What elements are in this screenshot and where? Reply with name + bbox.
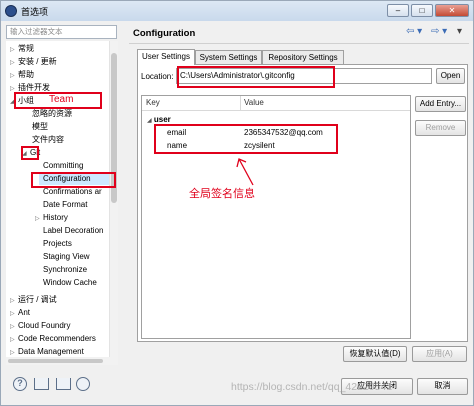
help-icon[interactable]: ? (13, 377, 27, 391)
page-title: Configuration (133, 28, 196, 39)
tree-item-synchronize[interactable]: Synchronize (43, 263, 87, 276)
apply-button[interactable]: 应用(A) (412, 346, 467, 362)
export-icon[interactable] (56, 378, 71, 390)
tab-system-settings[interactable]: System Settings (195, 50, 262, 65)
expand-arrow-icon[interactable]: ▷ (35, 213, 43, 226)
add-entry-button[interactable]: Add Entry... (415, 96, 466, 112)
tab-user-settings[interactable]: User Settings (137, 49, 195, 65)
view-menu-icon[interactable]: ▾ (457, 26, 462, 37)
preferences-window: 首选项 – □ ✕ 输入过滤器文本 ▷ 常规 ▷ 安装 / 更新 ▷ 帮助 ▷ 插件开发… (0, 0, 474, 406)
tree-item-data-management[interactable]: ▷ Data Management (10, 345, 84, 357)
preferences-tree: ▷ 常规 ▷ 安装 / 更新 ▷ 帮助 ▷ 插件开发 ◢ 小组 忽略的资源 模型 文件内容… (6, 41, 110, 357)
tree-item-file-content[interactable]: 文件内容 (32, 133, 64, 146)
close-button[interactable]: ✕ (435, 4, 469, 17)
import-icon[interactable] (34, 378, 49, 390)
header-divider (142, 110, 410, 111)
tab-repository-settings[interactable]: Repository Settings (262, 50, 344, 65)
tree-item-staging-view[interactable]: Staging View (43, 250, 90, 263)
location-label: Location: (141, 72, 174, 81)
remove-button[interactable]: Remove (415, 120, 466, 136)
tree-item-models[interactable]: 模型 (32, 120, 48, 133)
cancel-button[interactable]: 取消 (417, 378, 468, 395)
tree-item-general[interactable]: ▷ 常规 (10, 42, 34, 55)
tree-item-projects[interactable]: Projects (43, 237, 72, 250)
restore-defaults-button[interactable]: 恢复默认值(D) (343, 346, 407, 362)
open-button[interactable]: Open (436, 68, 465, 84)
annotation-arrow (236, 158, 254, 186)
tree-item-install-update[interactable]: ▷ 安装 / 更新 (10, 55, 57, 68)
value-column-header[interactable]: Value (244, 96, 264, 110)
configuration-highlight-box (31, 172, 116, 188)
tree-item-cloud-foundry[interactable]: ▷ Cloud Foundry (10, 319, 70, 332)
tree-item-run-debug[interactable]: ▷ 运行 / 调试 (10, 293, 57, 306)
tree-item-code-recommenders[interactable]: ▷ Code Recommenders (10, 332, 96, 345)
location-highlight-box (177, 66, 335, 88)
record-icon[interactable] (76, 377, 90, 391)
tree-item-ant[interactable]: ▷ Ant (10, 306, 30, 319)
tree-item-committing[interactable]: Committing (43, 159, 83, 172)
window-title: 首选项 (21, 7, 49, 17)
team-annotation: Team (49, 94, 74, 105)
back-arrow-icon[interactable]: ⇦ ▾ (406, 26, 422, 37)
column-divider (240, 96, 241, 110)
eclipse-icon (5, 5, 17, 17)
tree-item-help[interactable]: ▷ 帮助 (10, 68, 34, 81)
title-bar: 首选项 – □ ✕ (1, 1, 473, 21)
scroll-thumb[interactable] (8, 359, 103, 363)
tree-vertical-scrollbar[interactable] (109, 41, 118, 357)
forward-arrow-icon[interactable]: ⇨ ▾ (431, 26, 447, 37)
filter-input[interactable]: 输入过滤器文本 (6, 25, 117, 39)
header-divider (129, 43, 469, 44)
maximize-button[interactable]: □ (411, 4, 433, 17)
tree-item-label-decorations[interactable]: Label Decoration (43, 224, 103, 237)
tree-item-window-cache[interactable]: Window Cache (43, 276, 97, 289)
tree-item-date-format[interactable]: Date Format (43, 198, 87, 211)
watermark: https://blog.csdn.net/qq_42220541 (231, 381, 393, 393)
entries-highlight-box (154, 124, 338, 154)
git-highlight-box (21, 146, 39, 160)
expand-arrow-icon[interactable]: ▷ (10, 347, 18, 357)
tree-item-history[interactable]: ▷ History (35, 211, 68, 224)
minimize-button[interactable]: – (387, 4, 409, 17)
tree-horizontal-scrollbar[interactable] (6, 357, 118, 365)
signature-annotation: 全局签名信息 (189, 188, 255, 200)
collapse-arrow-icon[interactable]: ◢ (147, 118, 152, 124)
key-column-header[interactable]: Key (146, 96, 160, 110)
